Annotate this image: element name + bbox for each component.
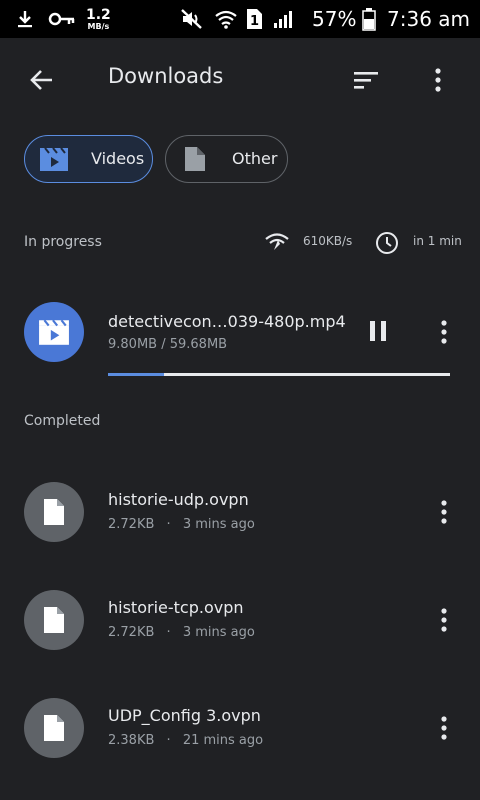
item-more-options-icon[interactable] (428, 600, 460, 640)
sort-icon[interactable] (346, 60, 386, 100)
list-item[interactable]: UDP_Config 3.ovpn 2.38KB · 21 mins ago (0, 684, 480, 774)
completed-header: Completed (24, 413, 101, 429)
page-title: Downloads (108, 64, 224, 88)
network-speed-value: 1.2 (86, 6, 111, 23)
download-filename: detectivecon…039-480p.mp4 (108, 312, 346, 331)
item-more-options-icon[interactable] (428, 492, 460, 532)
meta-separator: · (166, 625, 171, 640)
download-progress-bar (108, 373, 450, 376)
filter-chip-videos-label: Videos (91, 149, 145, 168)
clock-icon (375, 231, 399, 258)
file-size: 2.72KB (108, 517, 155, 532)
video-thumb-icon (24, 302, 84, 362)
file-size: 2.72KB (108, 625, 155, 640)
pause-icon[interactable] (360, 313, 396, 349)
meta-separator: · (166, 733, 171, 748)
sim-badge-icon: 1 (244, 0, 264, 38)
download-progress-fill (108, 373, 165, 376)
sim-badge-number: 1 (250, 14, 259, 29)
battery-percent: 57% (312, 7, 357, 31)
file-meta: 2.72KB · 3 mins ago (108, 517, 255, 532)
in-progress-header: In progress (24, 234, 102, 250)
file-name: historie-tcp.ovpn (108, 598, 244, 617)
file-meta: 2.38KB · 21 mins ago (108, 733, 263, 748)
clock: 7:36 am (387, 7, 471, 31)
download-notification-icon (14, 0, 36, 38)
download-item-in-progress[interactable]: detectivecon…039-480p.mp4 9.80MB / 59.68… (0, 290, 480, 380)
filter-chip-videos[interactable]: Videos (24, 135, 153, 183)
meta-separator: · (166, 517, 171, 532)
status-bar: 1.2 MB/s 1 57% 7:36 am (0, 0, 480, 38)
back-arrow-icon[interactable] (22, 60, 62, 100)
vpn-key-icon (48, 0, 76, 38)
download-size: 9.80MB / 59.68MB (108, 337, 228, 352)
filter-chip-other-label: Other (232, 149, 278, 168)
wifi-icon (214, 0, 238, 38)
list-item[interactable]: historie-udp.ovpn 2.72KB · 3 mins ago (0, 468, 480, 558)
download-speed-info: 610KB/s in 1 min (264, 229, 464, 255)
file-name: UDP_Config 3.ovpn (108, 706, 261, 725)
file-thumb-icon (24, 698, 84, 758)
item-more-options-icon[interactable] (428, 312, 460, 352)
video-clapper-icon (39, 146, 69, 172)
download-eta: in 1 min (413, 234, 462, 248)
mute-icon (180, 0, 204, 38)
more-options-icon[interactable] (418, 60, 458, 100)
file-thumb-icon (24, 590, 84, 650)
file-age: 3 mins ago (182, 625, 255, 640)
file-icon (180, 146, 210, 172)
wifi-speed-icon (264, 231, 290, 256)
list-item[interactable]: historie-tcp.ovpn 2.72KB · 3 mins ago (0, 576, 480, 666)
network-speed: 1.2 MB/s (86, 0, 111, 38)
download-speed: 610KB/s (303, 234, 353, 248)
file-age: 3 mins ago (182, 517, 255, 532)
signal-icon (272, 0, 298, 38)
file-size: 2.38KB (108, 733, 155, 748)
app-toolbar: Downloads (0, 38, 480, 122)
file-name: historie-udp.ovpn (108, 490, 249, 509)
file-thumb-icon (24, 482, 84, 542)
filter-chip-other[interactable]: Other (165, 135, 288, 183)
network-speed-unit: MB/s (87, 21, 110, 31)
file-age: 21 mins ago (182, 733, 264, 748)
battery-icon (362, 0, 376, 38)
file-meta: 2.72KB · 3 mins ago (108, 625, 255, 640)
item-more-options-icon[interactable] (428, 708, 460, 748)
